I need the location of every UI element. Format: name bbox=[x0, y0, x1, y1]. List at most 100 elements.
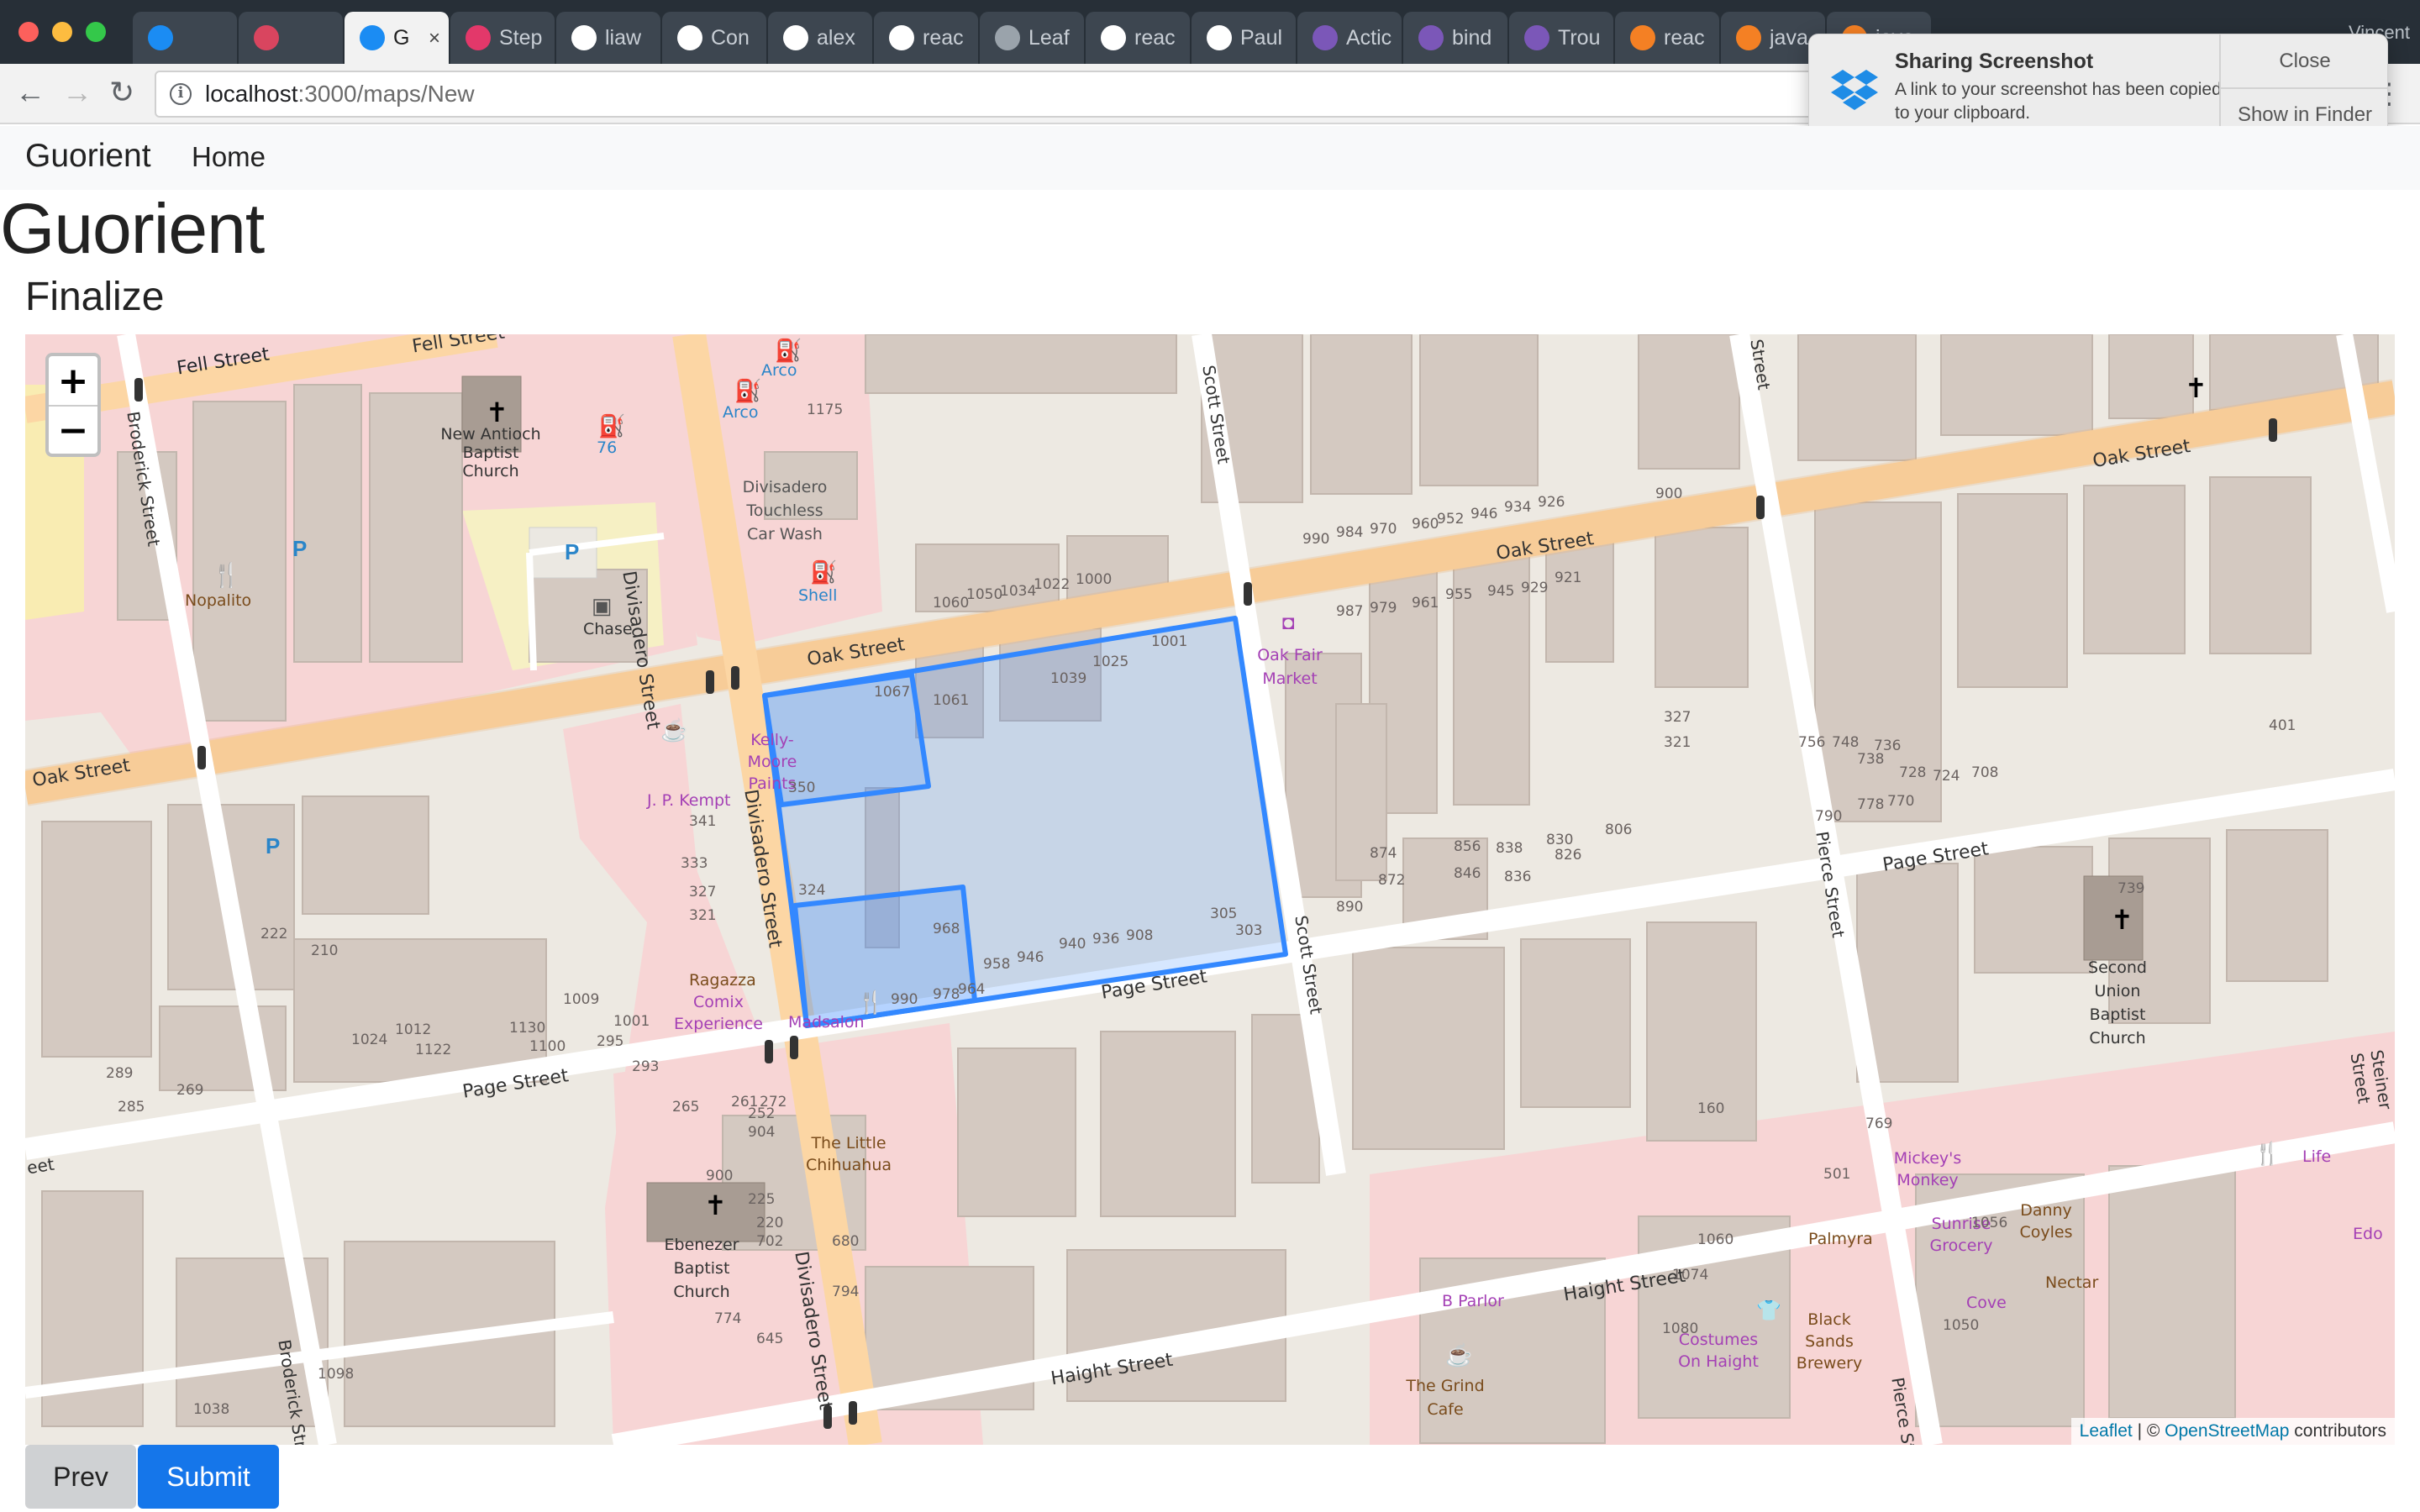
section-title: Finalize bbox=[25, 275, 165, 319]
poi-second-union[interactable]: Second Union Baptist Church bbox=[2075, 956, 2160, 1050]
browser-tab[interactable]: reac bbox=[874, 12, 978, 64]
browser-tab[interactable]: bind bbox=[1403, 12, 1507, 64]
house-number: 1130 bbox=[509, 1020, 546, 1037]
browser-tab[interactable] bbox=[133, 12, 237, 64]
browser-tab[interactable]: Leaf bbox=[980, 12, 1084, 64]
poi-new-antioch[interactable]: New Antioch Baptist Church bbox=[440, 425, 541, 480]
poi-black-sands[interactable]: Black Sands Brewery bbox=[1783, 1309, 1876, 1374]
house-number: 846 bbox=[1454, 865, 1481, 882]
browser-tab[interactable]: Paul bbox=[1192, 12, 1296, 64]
maximize-window-button[interactable] bbox=[86, 22, 106, 42]
reload-icon[interactable]: ↻ bbox=[109, 77, 134, 108]
house-number: 1074 bbox=[1672, 1267, 1709, 1284]
forward-arrow-icon[interactable]: → bbox=[62, 77, 92, 108]
poi-chase[interactable]: Chase bbox=[583, 620, 633, 638]
poi-little-chihuahua[interactable]: The Little Chihuahua bbox=[798, 1132, 899, 1176]
browser-tab[interactable]: liaw bbox=[556, 12, 660, 64]
house-number: 984 bbox=[1336, 524, 1364, 541]
house-number: 756 bbox=[1798, 734, 1826, 751]
map-tiles[interactable] bbox=[25, 334, 2395, 1445]
navbar-brand[interactable]: Guorient bbox=[25, 138, 151, 175]
house-number: 978 bbox=[933, 986, 960, 1003]
browser-tab[interactable] bbox=[239, 12, 343, 64]
react-icon bbox=[360, 25, 385, 50]
house-number: 904 bbox=[748, 1124, 776, 1141]
prev-button[interactable]: Prev bbox=[25, 1445, 136, 1509]
redux-icon bbox=[1524, 25, 1549, 50]
shop-icon: ◘ bbox=[1282, 612, 1295, 634]
browser-tab[interactable]: Actic bbox=[1297, 12, 1402, 64]
info-icon[interactable]: i bbox=[170, 83, 192, 105]
house-number: 990 bbox=[1302, 531, 1330, 548]
browser-tab[interactable]: reac bbox=[1086, 12, 1190, 64]
poi-oak-fair[interactable]: Oak Fair Market bbox=[1252, 643, 1328, 690]
house-number: 1050 bbox=[966, 586, 1003, 603]
browser-tab[interactable]: Con bbox=[662, 12, 766, 64]
browser-tab-label: Paul bbox=[1240, 25, 1283, 50]
poi-ragazza[interactable]: Ragazza bbox=[689, 971, 756, 990]
house-number: 702 bbox=[756, 1233, 784, 1250]
zoom-in-button[interactable]: + bbox=[49, 356, 97, 405]
poi-danny[interactable]: Danny Coyles bbox=[2008, 1200, 2084, 1243]
house-number: 929 bbox=[1521, 580, 1549, 596]
browser-tab[interactable]: reac bbox=[1615, 12, 1719, 64]
zoom-out-button[interactable]: − bbox=[49, 405, 97, 454]
house-number: 1100 bbox=[529, 1038, 566, 1055]
poi-nopalito[interactable]: Nopalito bbox=[185, 591, 251, 610]
poi-car-wash[interactable]: Divisadero Touchless Car Wash bbox=[734, 475, 835, 546]
leaflet-link[interactable]: Leaflet bbox=[2080, 1421, 2133, 1441]
map-container[interactable]: Fell Street Fell Street Oak Street Oak S… bbox=[25, 334, 2395, 1445]
nav-link-home[interactable]: Home bbox=[192, 141, 266, 173]
house-number: 964 bbox=[958, 981, 986, 998]
house-number: 736 bbox=[1874, 738, 1902, 754]
notification-close-button[interactable]: Close bbox=[2221, 34, 2387, 87]
house-number: 979 bbox=[1370, 600, 1397, 617]
house-number: 961 bbox=[1412, 595, 1439, 612]
invision-icon bbox=[466, 25, 491, 50]
poi-comix[interactable]: Comix Experience bbox=[672, 991, 765, 1035]
poi-edo[interactable]: Edo bbox=[2353, 1225, 2383, 1243]
close-tab-icon[interactable]: × bbox=[429, 27, 440, 50]
browser-tab[interactable]: alex bbox=[768, 12, 872, 64]
house-number: 958 bbox=[983, 956, 1011, 973]
house-number: 1098 bbox=[318, 1366, 355, 1383]
house-number: 1012 bbox=[395, 1021, 432, 1038]
submit-button[interactable]: Submit bbox=[138, 1445, 279, 1509]
browser-tab[interactable]: Trou bbox=[1509, 12, 1613, 64]
github-icon bbox=[783, 25, 808, 50]
poi-76[interactable]: 76 bbox=[597, 438, 617, 457]
house-number: 900 bbox=[706, 1168, 734, 1184]
church-icon: ✝ bbox=[704, 1190, 727, 1221]
back-arrow-icon[interactable]: ← bbox=[15, 77, 45, 108]
poi-grind[interactable]: The Grind Cafe bbox=[1403, 1374, 1487, 1421]
dropbox-icon bbox=[1831, 70, 1878, 110]
poi-shell[interactable]: Shell bbox=[798, 586, 837, 605]
poi-ebenezer[interactable]: Ebenezer Baptist Church bbox=[655, 1233, 748, 1304]
house-number: 303 bbox=[1235, 922, 1263, 939]
browser-tab-label: G bbox=[393, 25, 410, 50]
poi-madsalon[interactable]: Madsalon bbox=[788, 1013, 865, 1032]
notification-title: Sharing Screenshot bbox=[1895, 50, 2094, 73]
house-number: 728 bbox=[1899, 764, 1927, 781]
osm-link[interactable]: OpenStreetMap bbox=[2165, 1421, 2289, 1441]
restaurant-icon: 🍴 bbox=[857, 990, 885, 1015]
poi-palmyra[interactable]: Palmyra bbox=[1808, 1230, 1873, 1248]
poi-arco-1[interactable]: Arco bbox=[761, 361, 797, 380]
minimize-window-button[interactable] bbox=[52, 22, 72, 42]
poi-jp-kempt[interactable]: J. P. Kempt bbox=[647, 791, 730, 810]
close-window-button[interactable] bbox=[18, 22, 39, 42]
poi-cove[interactable]: Cove bbox=[1966, 1294, 2007, 1312]
house-number: 401 bbox=[2269, 717, 2296, 734]
poi-mickeys[interactable]: Mickey's Monkey bbox=[1887, 1147, 1968, 1191]
poi-b-parlor[interactable]: B Parlor bbox=[1442, 1292, 1504, 1310]
house-number: 748 bbox=[1832, 734, 1860, 751]
browser-tab[interactable]: G × bbox=[345, 12, 449, 64]
browser-tab-label: bind bbox=[1452, 25, 1492, 50]
poi-arco-2[interactable]: Arco bbox=[723, 403, 758, 422]
poi-life[interactable]: Life bbox=[2302, 1147, 2331, 1166]
browser-tab-label: Step bbox=[499, 25, 543, 50]
clothes-icon: 👕 bbox=[1756, 1299, 1781, 1322]
house-number: 210 bbox=[311, 942, 339, 959]
browser-tab[interactable]: Step bbox=[450, 12, 555, 64]
poi-nectar[interactable]: Nectar bbox=[2045, 1273, 2098, 1292]
